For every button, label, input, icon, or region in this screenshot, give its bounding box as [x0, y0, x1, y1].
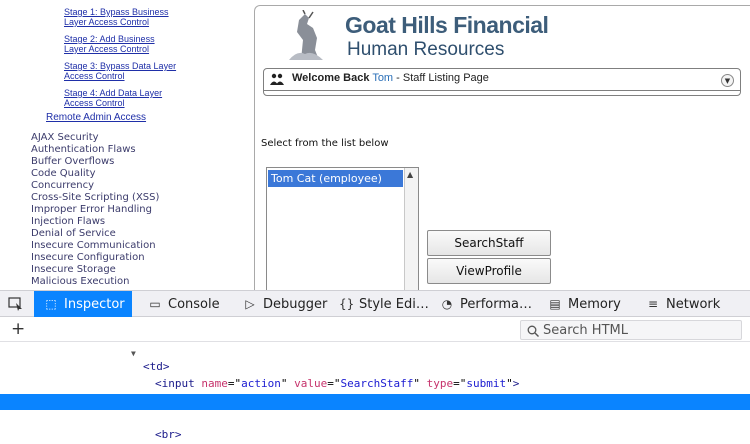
- stage-4-line2: Access Control: [64, 98, 125, 108]
- tab-memory[interactable]: ▤ Memory: [548, 291, 621, 317]
- category-concurrency[interactable]: Concurrency: [31, 180, 159, 192]
- memory-icon: ▤: [549, 297, 561, 311]
- inspector-icon: ⬚: [45, 297, 57, 311]
- inspector-toolbar: +: [0, 318, 750, 342]
- tab-style-editor-label: Style Edi…: [359, 297, 429, 312]
- devtools-tabbar: ⬚ Inspector ▭ Console ▷ Debugger {} Style Ed…: [0, 291, 750, 317]
- stage-2-link[interactable]: Stage 2: Add Business Layer Access Contr…: [64, 34, 155, 54]
- tab-performance-label: Performa…: [460, 297, 532, 312]
- tab-performance[interactable]: ◔ Performa…: [440, 291, 532, 317]
- search-html-box: [520, 320, 742, 340]
- network-icon: ≡: [647, 297, 659, 311]
- category-insecure-storage[interactable]: Insecure Storage: [31, 264, 159, 276]
- tab-style-editor[interactable]: {} Style Edi…: [339, 291, 429, 317]
- collapse-chevron-icon[interactable]: ▼: [721, 74, 734, 87]
- stage-2-line1: Stage 2: Add Business: [64, 34, 155, 44]
- stage-1-line1: Stage 1: Bypass Business: [64, 7, 169, 17]
- category-insecure-communication[interactable]: Insecure Communication: [31, 240, 159, 252]
- add-node-plus-icon[interactable]: +: [11, 319, 25, 339]
- goat-logo-icon: [289, 10, 323, 60]
- tab-console-label: Console: [168, 297, 220, 312]
- view-profile-button[interactable]: ViewProfile: [427, 258, 551, 284]
- stage-3-line1: Stage 3: Bypass Data Layer: [64, 61, 177, 71]
- staff-option[interactable]: Tom Cat (employee): [268, 170, 403, 187]
- search-staff-button[interactable]: SearchStaff: [427, 230, 551, 256]
- stage-1-line2: Layer Access Control: [64, 17, 150, 27]
- tab-network[interactable]: ≡ Network: [646, 291, 720, 317]
- tab-debugger-label: Debugger: [263, 297, 328, 312]
- tab-inspector[interactable]: ⬚ Inspector: [34, 291, 132, 317]
- lesson-navigation: Stage 1: Bypass Business Layer Access Co…: [0, 0, 250, 290]
- brand-subtitle: Human Resources: [347, 39, 505, 60]
- tab-debugger[interactable]: ▷ Debugger: [243, 291, 327, 317]
- category-xss[interactable]: Cross-Site Scripting (XSS): [31, 192, 159, 204]
- markup-line-br[interactable]: <br>: [0, 377, 750, 407]
- category-improper-error-handling[interactable]: Improper Error Handling: [31, 204, 159, 216]
- welcome-text: Welcome Back Tom - Staff Listing Page: [292, 72, 489, 84]
- select-prompt: Select from the list below: [261, 138, 389, 149]
- tab-inspector-label: Inspector: [64, 297, 125, 312]
- listbox-scrollbar[interactable]: ▲: [404, 168, 418, 295]
- category-denial-of-service[interactable]: Denial of Service: [31, 228, 159, 240]
- tab-console[interactable]: ▭ Console: [148, 291, 220, 317]
- lesson-frame: Goat Hills Financial Human Resources Wel…: [254, 5, 750, 295]
- panel-title-bar: Welcome Back Tom - Staff Listing Page ▼: [264, 69, 740, 91]
- markup-line-br[interactable]: <br>: [0, 428, 750, 444]
- category-list: AJAX Security Authentication Flaws Buffe…: [31, 132, 159, 288]
- tab-network-label: Network: [666, 297, 721, 312]
- stage-4-line1: Stage 4: Add Data Layer: [64, 88, 163, 98]
- welcome-user: Tom: [372, 72, 394, 84]
- search-html-input[interactable]: [543, 322, 738, 338]
- stage-2-line2: Layer Access Control: [64, 44, 150, 54]
- markup-line-input-searchstaff[interactable]: <input name="action" value="SearchStaff"…: [0, 360, 750, 390]
- search-icon: [527, 325, 539, 337]
- stage-1-link[interactable]: Stage 1: Bypass Business Layer Access Co…: [64, 7, 169, 27]
- performance-icon: ◔: [441, 297, 453, 311]
- markup-view: ▼ <td> <input name="action" value="Search…: [0, 343, 750, 444]
- category-ajax-security[interactable]: AJAX Security: [31, 132, 159, 144]
- stage-4-link[interactable]: Stage 4: Add Data Layer Access Control: [64, 88, 162, 108]
- markup-line-br[interactable]: <br>: [0, 411, 750, 441]
- stage-3-line2: Access Control: [64, 71, 125, 81]
- staff-listbox[interactable]: Tom Cat (employee) ▲: [266, 167, 419, 295]
- brand-title: Goat Hills Financial: [345, 12, 549, 38]
- style-editor-icon: {}: [339, 297, 355, 311]
- people-icon: [270, 73, 284, 85]
- category-code-quality[interactable]: Code Quality: [31, 168, 159, 180]
- tab-memory-label: Memory: [568, 297, 621, 312]
- scroll-up-arrow-icon[interactable]: ▲: [407, 170, 413, 179]
- remote-admin-access-link[interactable]: Remote Admin Access: [46, 112, 146, 123]
- element-picker-icon[interactable]: [8, 297, 24, 311]
- devtools-panel: ⬚ Inspector ▭ Console ▷ Debugger {} Style Ed…: [0, 290, 750, 444]
- markup-line-input-deleteprofile[interactable]: <input name="action" value="DeleteProfil…: [0, 394, 750, 425]
- console-icon: ▭: [149, 297, 161, 311]
- category-malicious-execution[interactable]: Malicious Execution: [31, 276, 159, 288]
- category-authentication-flaws[interactable]: Authentication Flaws: [31, 144, 159, 156]
- welcome-suffix: - Staff Listing Page: [393, 72, 489, 84]
- markup-line-td[interactable]: ▼ <td>: [0, 343, 750, 373]
- category-insecure-configuration[interactable]: Insecure Configuration: [31, 252, 159, 264]
- category-injection-flaws[interactable]: Injection Flaws: [31, 216, 159, 228]
- category-buffer-overflows[interactable]: Buffer Overflows: [31, 156, 159, 168]
- debugger-icon: ▷: [245, 297, 255, 311]
- stage-3-link[interactable]: Stage 3: Bypass Data Layer Access Contro…: [64, 61, 176, 81]
- staff-listing-panel: Welcome Back Tom - Staff Listing Page ▼: [263, 68, 741, 96]
- welcome-label: Welcome Back: [292, 72, 370, 84]
